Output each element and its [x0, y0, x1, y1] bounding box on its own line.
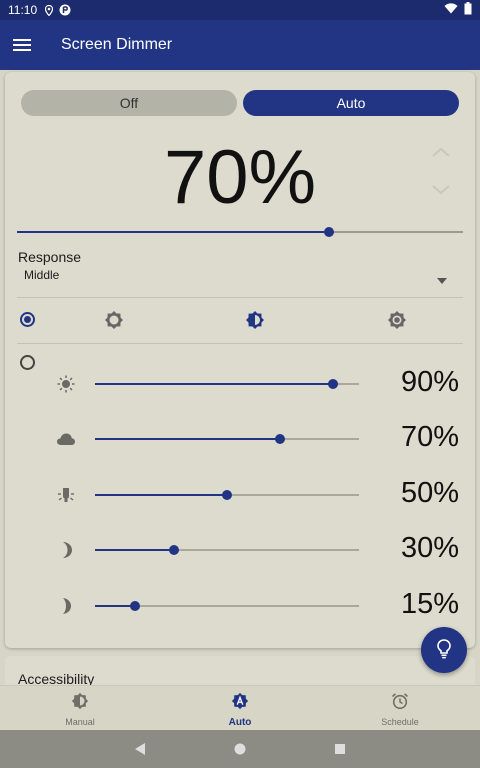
level-value: 70%	[400, 421, 459, 453]
dimmer-card: Off Auto 70% Response Middle 90% 70% 50%…	[5, 72, 475, 648]
back-icon[interactable]	[131, 740, 149, 758]
home-icon[interactable]	[231, 740, 249, 758]
brightness-auto-icon	[231, 692, 249, 715]
response-label: Response	[18, 249, 82, 265]
mode-toggle: Off Auto	[21, 90, 459, 116]
nav-item-auto[interactable]: Auto	[160, 686, 320, 730]
sun-icon	[56, 374, 76, 394]
dropdown-arrow-icon[interactable]	[437, 271, 447, 284]
app-notification-icon	[59, 4, 71, 16]
nav-label-manual: Manual	[65, 717, 95, 727]
brightness-low-icon[interactable]	[104, 310, 124, 330]
response-value[interactable]: Middle	[24, 268, 59, 282]
level-slider-thumb[interactable]	[129, 601, 140, 611]
lamp-icon	[56, 485, 76, 505]
status-time: 11:10	[8, 3, 38, 17]
divider	[17, 343, 463, 344]
crescent-moon-icon	[56, 596, 76, 616]
auto-button[interactable]: Auto	[243, 90, 459, 116]
level-slider[interactable]	[95, 434, 359, 444]
level-slider[interactable]	[95, 490, 359, 500]
level-slider-fill	[95, 605, 135, 607]
brightness-slider-fill	[17, 231, 330, 233]
level-slider[interactable]	[95, 601, 359, 611]
system-navigation-bar	[0, 730, 480, 768]
moon-icon	[56, 540, 76, 560]
level-row: 30%	[5, 530, 475, 570]
level-slider-thumb[interactable]	[274, 434, 285, 444]
recents-icon[interactable]	[331, 740, 349, 758]
level-row: 90%	[5, 364, 475, 404]
brightness-manual-icon	[71, 692, 89, 715]
level-value: 30%	[400, 532, 459, 564]
nav-label-auto: Auto	[228, 717, 252, 728]
lightbulb-fab[interactable]	[421, 627, 467, 673]
alarm-clock-icon	[391, 692, 409, 715]
brightness-high-icon[interactable]	[387, 310, 407, 330]
nav-item-manual[interactable]: Manual	[0, 686, 160, 730]
status-bar: 11:10	[0, 0, 480, 20]
level-slider-thumb[interactable]	[169, 545, 180, 555]
level-slider-fill	[95, 438, 280, 440]
brightness-slider[interactable]	[17, 227, 463, 237]
level-value: 90%	[400, 366, 459, 398]
cloud-icon	[56, 429, 76, 449]
level-slider-fill	[95, 494, 227, 496]
wifi-icon	[444, 3, 458, 17]
brightness-slider-thumb[interactable]	[324, 227, 335, 237]
lightbulb-icon	[437, 638, 451, 662]
brightness-half-icon[interactable]	[245, 310, 265, 330]
menu-icon[interactable]	[0, 20, 47, 70]
level-slider-fill	[95, 549, 175, 551]
level-slider-thumb[interactable]	[327, 379, 338, 389]
radio-checked-icon	[20, 312, 35, 327]
location-icon	[45, 4, 54, 16]
app-bar: Screen Dimmer	[0, 20, 480, 70]
nav-item-schedule[interactable]: Schedule	[320, 686, 480, 730]
level-slider[interactable]	[95, 545, 359, 555]
level-row: 50%	[5, 475, 475, 515]
level-slider-thumb[interactable]	[222, 490, 232, 500]
level-slider[interactable]	[95, 379, 359, 389]
battery-icon	[464, 2, 472, 18]
decrease-arrow-icon[interactable]	[429, 180, 453, 200]
off-button[interactable]: Off	[21, 90, 237, 116]
level-row: 70%	[5, 419, 475, 459]
preset-mode-radio[interactable]	[20, 312, 35, 327]
divider	[17, 297, 463, 298]
nav-label-schedule: Schedule	[381, 717, 419, 727]
increase-arrow-icon[interactable]	[429, 142, 453, 162]
level-slider-fill	[95, 383, 333, 385]
level-value: 50%	[400, 477, 459, 509]
brightness-level: 70%	[163, 135, 317, 220]
bottom-navigation: Manual Auto Schedule	[0, 685, 480, 730]
level-value: 15%	[400, 588, 459, 620]
app-title: Screen Dimmer	[61, 36, 173, 53]
level-row: 15%	[5, 586, 475, 626]
